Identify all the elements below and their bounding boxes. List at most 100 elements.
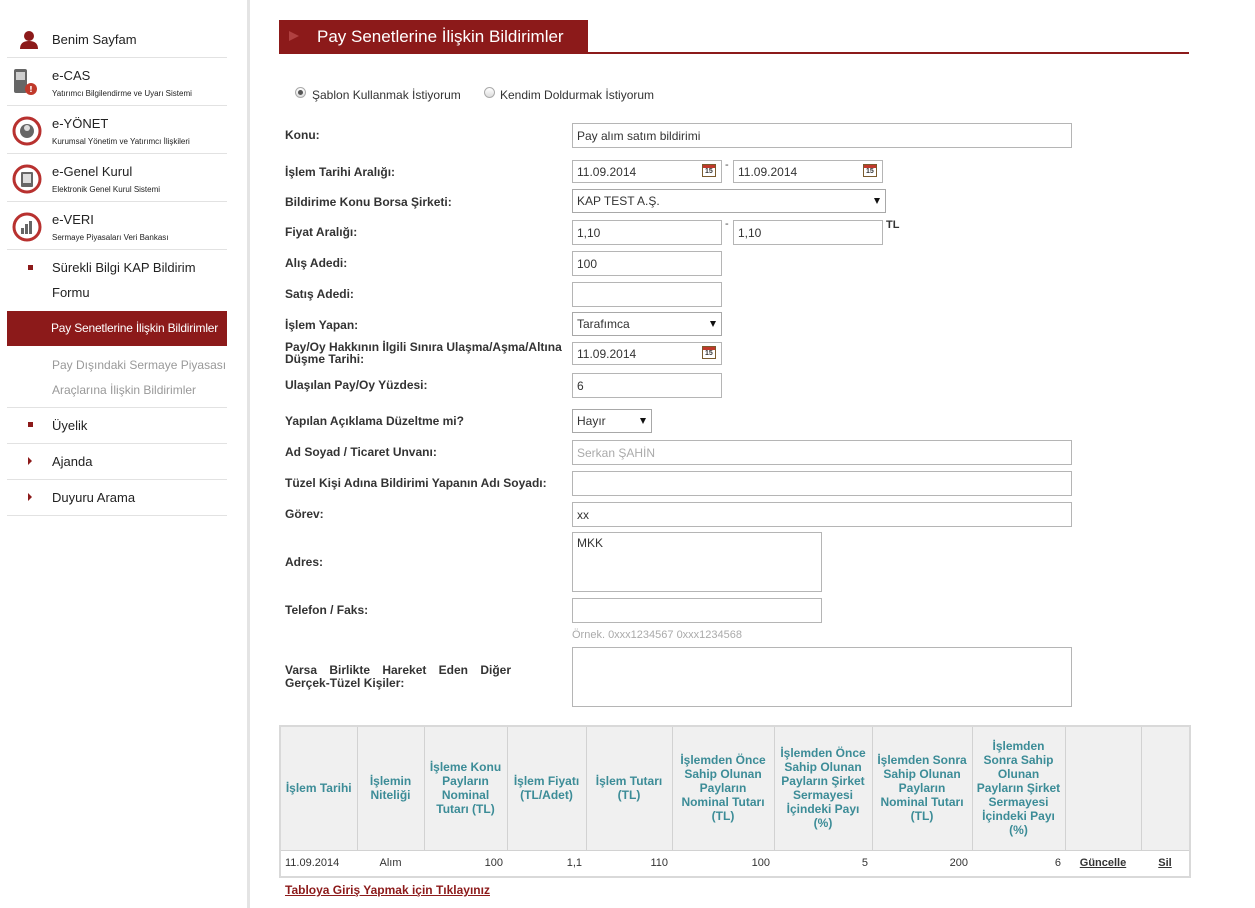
column-header: İşleme Konu Payların Nominal Tutarı (TL) bbox=[423, 725, 508, 851]
sidebar-item-label: Pay Senetlerine İlişkin Bildirimler bbox=[51, 321, 219, 335]
tuzel-label: Tüzel Kişi Adına Bildirimi Yapanın Adı S… bbox=[285, 476, 547, 490]
sinir-label-line2: Düşme Tarihi: bbox=[285, 352, 365, 366]
adres-textarea[interactable]: MKK bbox=[572, 532, 822, 592]
sidebar-item-e-cas[interactable]: ! e-CAS Yatırımcı Bilgilendirme ve Uyarı… bbox=[7, 58, 227, 106]
islem-yapan-select[interactable]: Tarafımca bbox=[572, 312, 722, 336]
sidebar-item-label: Ajanda bbox=[52, 454, 93, 469]
islem-tarihi-to-input[interactable]: 11.09.2014 bbox=[733, 160, 883, 183]
varsa-label-line2: Gerçek-Tüzel Kişiler: bbox=[285, 676, 405, 690]
chevron-right-icon bbox=[28, 457, 32, 465]
column-header bbox=[1064, 725, 1142, 851]
calendar-icon[interactable] bbox=[863, 164, 877, 177]
borsa-sirketi-value: KAP TEST A.Ş. bbox=[577, 194, 660, 208]
sil-link[interactable]: Sil bbox=[1158, 857, 1171, 869]
column-header: İşlem Tutarı (TL) bbox=[585, 725, 673, 851]
sidebar-item-duyuru-arama[interactable]: Duyuru Arama bbox=[7, 480, 227, 516]
sidebar-item-label: Sürekli Bilgi KAP Bildirim bbox=[52, 260, 196, 275]
cell-sil: Sil bbox=[1141, 850, 1190, 877]
fiyat-from-input[interactable]: 1,10 bbox=[572, 220, 722, 245]
e-veri-icon bbox=[12, 212, 42, 242]
cell-fiyat: 1,1 bbox=[566, 857, 582, 870]
sidebar-item-label: Benim Sayfam bbox=[52, 32, 137, 47]
telefon-input[interactable] bbox=[572, 598, 822, 623]
sidebar-item-e-veri[interactable]: e-VERI Sermaye Piyasaları Veri Bankası bbox=[7, 202, 227, 250]
sinir-tarihi-input[interactable]: 11.09.2014 bbox=[572, 342, 722, 365]
sidebar-item-label: e-YÖNET bbox=[52, 116, 109, 131]
sidebar-item-pay-senetleri[interactable]: Pay Senetlerine İlişkin Bildirimler bbox=[7, 311, 227, 346]
telefon-hint: Örnek. 0xxx1234567 0xxx1234568 bbox=[572, 629, 743, 641]
gorev-label: Görev: bbox=[285, 507, 324, 521]
fiyat-to-input[interactable]: 1,10 bbox=[733, 220, 883, 245]
range-dash: - bbox=[725, 218, 729, 230]
cell-once-pay: 5 bbox=[861, 857, 868, 870]
page-title: Pay Senetlerine İlişkin Bildirimler bbox=[317, 27, 564, 46]
title-banner: Pay Senetlerine İlişkin Bildirimler bbox=[279, 20, 588, 52]
konu-label: Konu: bbox=[285, 128, 320, 142]
satis-input[interactable] bbox=[572, 282, 722, 307]
islem-yapan-label: İşlem Yapan: bbox=[285, 318, 359, 332]
sidebar: Benim Sayfam ! e-CAS Yatırımcı Bilgilend… bbox=[0, 0, 250, 908]
table-row: 11.09.2014 Alım 100 1,1 110 100 5 200 6 … bbox=[280, 850, 1190, 877]
cell-nitelik: Alım bbox=[379, 857, 402, 870]
cell-tutar: 110 bbox=[650, 857, 668, 870]
calendar-icon[interactable] bbox=[702, 164, 716, 177]
alis-input[interactable]: 100 bbox=[572, 251, 722, 276]
varsa-label-line1: Varsa Birlikte Hareket Eden Diğer bbox=[285, 663, 511, 677]
column-header: İşlemden Önce Sahip Olunan Payların Nomi… bbox=[671, 725, 775, 851]
sablon-radio-label: Şablon Kullanmak İstiyorum bbox=[312, 88, 461, 102]
yuzde-label: Ulaşılan Pay/Oy Yüzdesi: bbox=[285, 378, 428, 392]
chevron-right-icon bbox=[28, 493, 32, 501]
bullet-icon bbox=[28, 265, 33, 270]
column-header: İşlem Tarihi bbox=[279, 725, 358, 851]
sidebar-item-subtitle: Yatırımcı Bilgilendirme ve Uyarı Sistemi bbox=[52, 89, 192, 98]
user-icon bbox=[20, 31, 38, 49]
e-genel-kurul-icon bbox=[12, 164, 42, 194]
column-header: İşlemden Sonra Sahip Olunan Payların Nom… bbox=[871, 725, 973, 851]
sidebar-item-e-genel-kurul[interactable]: e-Genel Kurul Elektronik Genel Kurul Sis… bbox=[7, 154, 227, 202]
sidebar-item-e-yonet[interactable]: e-YÖNET Kurumsal Yönetim ve Yatırımcı İl… bbox=[7, 106, 227, 154]
sidebar-item-benim-sayfam[interactable]: Benim Sayfam bbox=[7, 20, 227, 58]
column-header: İşlem Fiyatı (TL/Adet) bbox=[506, 725, 587, 851]
calendar-icon[interactable] bbox=[702, 346, 716, 359]
sidebar-item-kap-bildirim-formu[interactable]: Sürekli Bilgi KAP Bildirim Formu bbox=[7, 250, 227, 310]
sablon-radio[interactable] bbox=[295, 87, 306, 98]
konu-input[interactable]: Pay alım satım bildirimi bbox=[572, 123, 1072, 148]
sidebar-item-label: Duyuru Arama bbox=[52, 490, 136, 505]
sidebar-item-subtitle: Kurumsal Yönetim ve Yatırımcı İlişkileri bbox=[52, 137, 190, 146]
sidebar-item-subtitle: Sermaye Piyasaları Veri Bankası bbox=[52, 233, 169, 242]
cell-once-nominal: 100 bbox=[751, 857, 770, 870]
sidebar-item-ajanda[interactable]: Ajanda bbox=[7, 444, 227, 480]
column-header: İşlemden Önce Sahip Olunan Payların Şirk… bbox=[773, 725, 873, 851]
fiyat-unit: TL bbox=[886, 219, 900, 231]
page-header: Pay Senetlerine İlişkin Bildirimler bbox=[279, 20, 1189, 54]
kendim-radio[interactable] bbox=[484, 87, 495, 98]
adres-label: Adres: bbox=[285, 555, 324, 569]
column-header: İşlemin Niteliği bbox=[356, 725, 425, 851]
flag-icon bbox=[289, 31, 299, 41]
borsa-sirketi-label: Bildirime Konu Borsa Şirketi: bbox=[285, 195, 452, 209]
guncelle-link[interactable]: Güncelle bbox=[1080, 857, 1126, 869]
borsa-sirketi-select[interactable]: KAP TEST A.Ş. bbox=[572, 189, 886, 213]
tuzel-input[interactable] bbox=[572, 471, 1072, 496]
kendim-radio-label: Kendim Doldurmak İstiyorum bbox=[500, 88, 655, 102]
bullet-icon bbox=[28, 422, 33, 427]
sidebar-item-subtitle: Elektronik Genel Kurul Sistemi bbox=[52, 185, 161, 194]
cell-guncelle: Güncelle bbox=[1065, 850, 1141, 877]
duzeltme-value: Hayır bbox=[577, 414, 606, 428]
varsa-textarea[interactable] bbox=[572, 647, 1072, 707]
sidebar-item-pay-disindaki[interactable]: Pay Dışındaki Sermaye Piyasası Araçların… bbox=[7, 346, 227, 408]
ad-input[interactable]: Serkan ŞAHİN bbox=[572, 440, 1072, 465]
islem-tarihi-from-input[interactable]: 11.09.2014 bbox=[572, 160, 722, 183]
yuzde-input[interactable]: 6 bbox=[572, 373, 722, 398]
sidebar-item-label: Araçlarına İlişkin Bildirimler bbox=[52, 383, 197, 397]
sidebar-item-label: e-Genel Kurul bbox=[52, 164, 133, 179]
gorev-input[interactable]: xx bbox=[572, 502, 1072, 527]
chevron-down-icon bbox=[710, 321, 716, 327]
sidebar-item-label: Pay Dışındaki Sermaye Piyasası bbox=[52, 358, 227, 372]
duzeltme-select[interactable]: Hayır bbox=[572, 409, 652, 433]
phone-icon: ! bbox=[14, 69, 37, 95]
islem-tarihi-label: İşlem Tarihi Aralığı: bbox=[285, 165, 396, 179]
sidebar-item-uyelik[interactable]: Üyelik bbox=[7, 408, 227, 444]
table-entry-link[interactable]: Tabloya Giriş Yapmak için Tıklayınız bbox=[285, 883, 490, 897]
duzeltme-label: Yapılan Açıklama Düzeltme mi? bbox=[285, 414, 464, 428]
